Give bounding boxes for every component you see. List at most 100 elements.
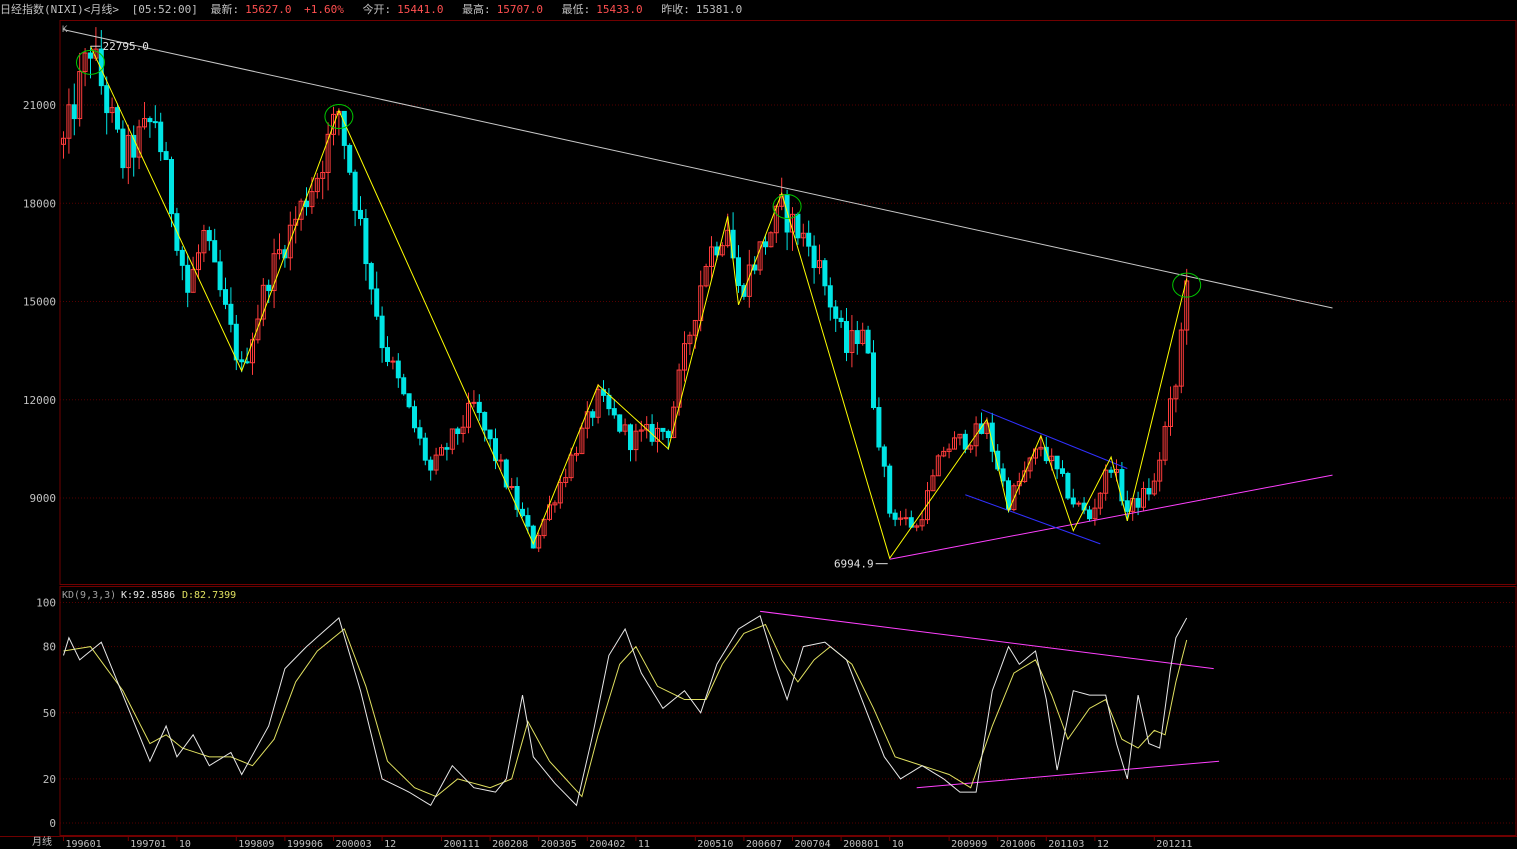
candle-body [385, 347, 390, 362]
candle-body [865, 329, 871, 354]
candle-body [152, 121, 158, 124]
candle-body [169, 159, 174, 215]
candle-body [903, 517, 909, 520]
candle-body [228, 303, 234, 325]
candle-body [163, 151, 169, 161]
x-tick-label: 201006 [1000, 839, 1036, 849]
x-tick-label: 200704 [795, 839, 831, 849]
x-tick-label: 200003 [336, 839, 372, 849]
kd-title: KD(9,3,3) [62, 590, 116, 601]
candle-body [854, 330, 860, 345]
candle-body [455, 428, 461, 435]
candle-body [1070, 497, 1076, 505]
symbol-title: 日经指数(NIXI)<月线> [0, 3, 119, 16]
candle-body [514, 486, 520, 510]
candle-body [206, 230, 212, 242]
kd-y-tick-label: 50 [43, 707, 56, 720]
candle-body [844, 321, 849, 353]
trendline-resistance [63, 29, 1333, 309]
candle-body [665, 430, 671, 439]
main-y-tick-label: 9000 [30, 492, 57, 505]
candle-body [406, 393, 412, 408]
candle-body [1135, 498, 1141, 508]
candle-body [476, 401, 482, 413]
candle-body [730, 229, 736, 259]
low-label: 最低: [561, 3, 591, 16]
candle-body [1000, 468, 1006, 482]
open-label: 今开: [362, 3, 392, 16]
candle-body [795, 213, 801, 239]
kd-y-tick-label: 0 [49, 817, 56, 830]
candle-body [444, 447, 450, 450]
candle-body [217, 261, 223, 291]
nikkei-monthly-chart[interactable]: 22795.0 6994.9 21000 18000 15000 12000 9000 10… [0, 20, 1517, 849]
latest-label: 最新: [210, 3, 240, 16]
candle-body [482, 411, 488, 431]
kd-indicator [63, 610, 1220, 807]
candle-body [827, 285, 833, 308]
period-label: 月线 [32, 835, 52, 848]
main-y-tick-label: 12000 [23, 394, 56, 407]
annotation-low-label: 6994.9 [834, 558, 874, 571]
x-tick-label: 11 [638, 839, 650, 849]
candle-body [509, 486, 515, 489]
x-tick-label: 201103 [1048, 839, 1084, 849]
candle-body [158, 121, 164, 153]
candle-body [471, 401, 477, 404]
kd-panel-border [59, 586, 1517, 836]
kd-d-line [63, 623, 1188, 798]
trend-overlays: 22795.0 6994.9 [63, 29, 1333, 571]
candle-body [833, 306, 839, 319]
x-tick-label: 200402 [589, 839, 625, 849]
trendline-channel-upper [981, 409, 1128, 469]
low-value: 15433.0 [596, 3, 643, 16]
kd-trendline [916, 760, 1220, 789]
candle-body [347, 144, 353, 173]
x-tick-label: 12 [1097, 839, 1109, 849]
kd-k-value: K:92.8586 [121, 590, 175, 601]
candle-body [363, 218, 369, 265]
high-label: 最高: [462, 3, 491, 16]
candle-body [876, 407, 882, 448]
x-tick-label: 10 [179, 839, 191, 849]
candle-body [811, 245, 817, 269]
prev-close-value: 15381.0 [695, 3, 743, 16]
quote-time: [05:52:00] [131, 3, 198, 16]
candle-body [422, 437, 428, 461]
candle-body [887, 465, 893, 514]
prev-label: 昨收: [661, 3, 690, 16]
x-tick-label: 12 [384, 839, 396, 849]
change-value: +1.60% [304, 3, 344, 16]
candle-body [239, 359, 245, 363]
candle-body [115, 107, 120, 130]
candle-body [871, 352, 876, 409]
candle-body [487, 429, 493, 440]
candle-body [233, 323, 239, 361]
high-value: 15707.0 [496, 3, 544, 16]
x-tick-label: 199701 [130, 839, 166, 849]
candle-body [412, 406, 417, 429]
latest-value: 15627.0 [245, 3, 292, 16]
x-tick-label: 201211 [1156, 839, 1192, 849]
candle-body [590, 411, 596, 418]
candle-body [498, 459, 504, 462]
kd-d-value: D:82.7399 [182, 590, 236, 601]
x-tick-label: 199906 [287, 839, 323, 849]
kd-y-tick-label: 20 [43, 773, 56, 786]
candle-body [374, 288, 380, 317]
main-corner-label: K [62, 25, 68, 35]
trendline-support [889, 474, 1333, 560]
candle-body [1065, 472, 1071, 499]
x-tick-label: 200909 [951, 839, 987, 849]
candle-body [763, 241, 768, 248]
quote-header: 日经指数(NIXI)<月线> [05:52:00] 最新: 15627.0 +1.… [0, 0, 1517, 20]
candle-body [185, 264, 191, 293]
candle-body [104, 85, 110, 114]
x-tick-label: 199601 [66, 839, 102, 849]
candle-body [147, 118, 153, 123]
x-tick-label: 200208 [492, 839, 528, 849]
candle-body [88, 52, 93, 59]
candle-body [1054, 455, 1060, 470]
kd-y-tick-label: 100 [36, 597, 56, 610]
candle-body [892, 512, 898, 520]
